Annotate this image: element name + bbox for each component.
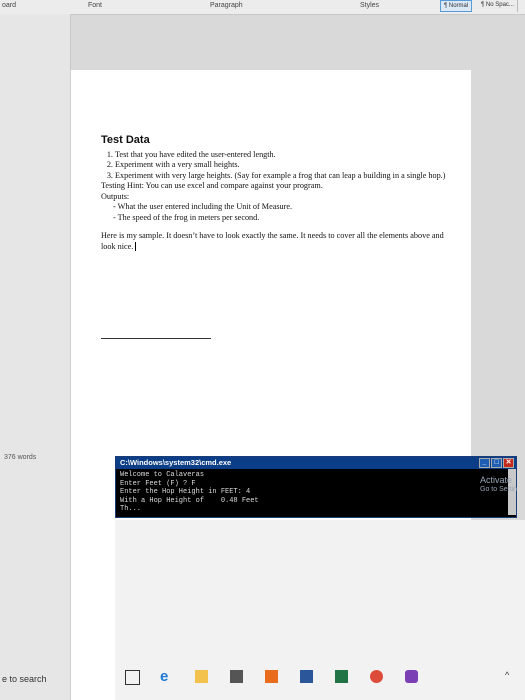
- style-no-spacing[interactable]: ¶ No Spac...: [478, 0, 518, 12]
- style-normal[interactable]: ¶ Normal: [440, 0, 473, 12]
- list-item: Experiment with very large heights. (Say…: [115, 171, 446, 182]
- file-explorer-icon[interactable]: [195, 670, 208, 683]
- sample-text: Here is my sample. It doesn’t have to lo…: [101, 231, 446, 252]
- office-app-icon[interactable]: [265, 670, 278, 683]
- text-cursor: [135, 242, 137, 252]
- task-view-icon[interactable]: [125, 670, 140, 685]
- list-item: The speed of the frog in meters per seco…: [113, 213, 446, 224]
- maximize-icon[interactable]: □: [491, 458, 502, 468]
- list-item: Experiment with a very small heights.: [115, 160, 446, 171]
- edge-icon[interactable]: e: [160, 668, 173, 685]
- minimize-icon[interactable]: _: [479, 458, 490, 468]
- clipboard-label: oard: [2, 2, 17, 9]
- console-window[interactable]: C:\Windows\system32\cmd.exe _ □ ✕ Welcome …: [115, 456, 517, 518]
- activate-windows-watermark: Activate Go to Settin: [480, 475, 517, 493]
- taskbar-search[interactable]: e to search: [2, 674, 47, 684]
- console-line: Enter the Hop Height in FEET: 4: [120, 488, 251, 496]
- font-group-label: Font: [88, 2, 103, 9]
- horizontal-rule: [101, 338, 211, 339]
- document-body[interactable]: Test Data Test that you have edited the …: [101, 135, 446, 252]
- close-icon[interactable]: ✕: [503, 458, 514, 468]
- chevron-icon[interactable]: ^: [505, 670, 509, 680]
- console-line: With a Hop Height of 0.48 Feet: [120, 496, 259, 505]
- console-line: Welcome to Calaveras: [120, 471, 205, 479]
- console-title: C:\Windows\system32\cmd.exe: [120, 458, 232, 467]
- chrome-icon[interactable]: [370, 670, 383, 683]
- list-item: Test that you have edited the user-enter…: [115, 150, 446, 161]
- testing-hint: Testing Hint: You can use excel and comp…: [101, 181, 323, 190]
- sample-sentence: Here is my sample. It doesn’t have to lo…: [101, 231, 444, 251]
- onenote-icon[interactable]: [405, 670, 418, 683]
- left-panel: 376 words e to search: [0, 14, 71, 700]
- styles-group-label: Styles: [360, 2, 380, 9]
- word-icon[interactable]: [300, 670, 313, 683]
- console-line: Th...: [120, 505, 142, 513]
- outputs-label: Outputs:: [101, 191, 130, 201]
- heading-test-data: Test Data: [101, 134, 150, 146]
- list-item: What the user entered including the Unit…: [113, 202, 446, 213]
- excel-icon[interactable]: [335, 670, 348, 683]
- store-icon[interactable]: [230, 670, 243, 683]
- ribbon: oard Font Paragraph Styles ¶ Normal ¶ No…: [0, 0, 525, 15]
- console-titlebar[interactable]: C:\Windows\system32\cmd.exe _ □ ✕: [116, 457, 516, 469]
- window-controls: _ □ ✕: [478, 458, 514, 468]
- taskbar: e ^: [115, 520, 525, 700]
- console-line: Enter Feet (F) ? F: [120, 479, 196, 488]
- word-count: 376 words: [4, 454, 37, 461]
- activate-title: Activate: [480, 475, 513, 485]
- outputs-list: What the user entered including the Unit…: [101, 202, 446, 223]
- console-output: Welcome to Calaveras Enter Feet (F) ? F …: [116, 469, 516, 516]
- activate-sub: Go to Settin: [480, 486, 517, 493]
- paragraph-group-label: Paragraph: [210, 2, 243, 9]
- test-list: Test that you have edited the user-enter…: [101, 150, 446, 182]
